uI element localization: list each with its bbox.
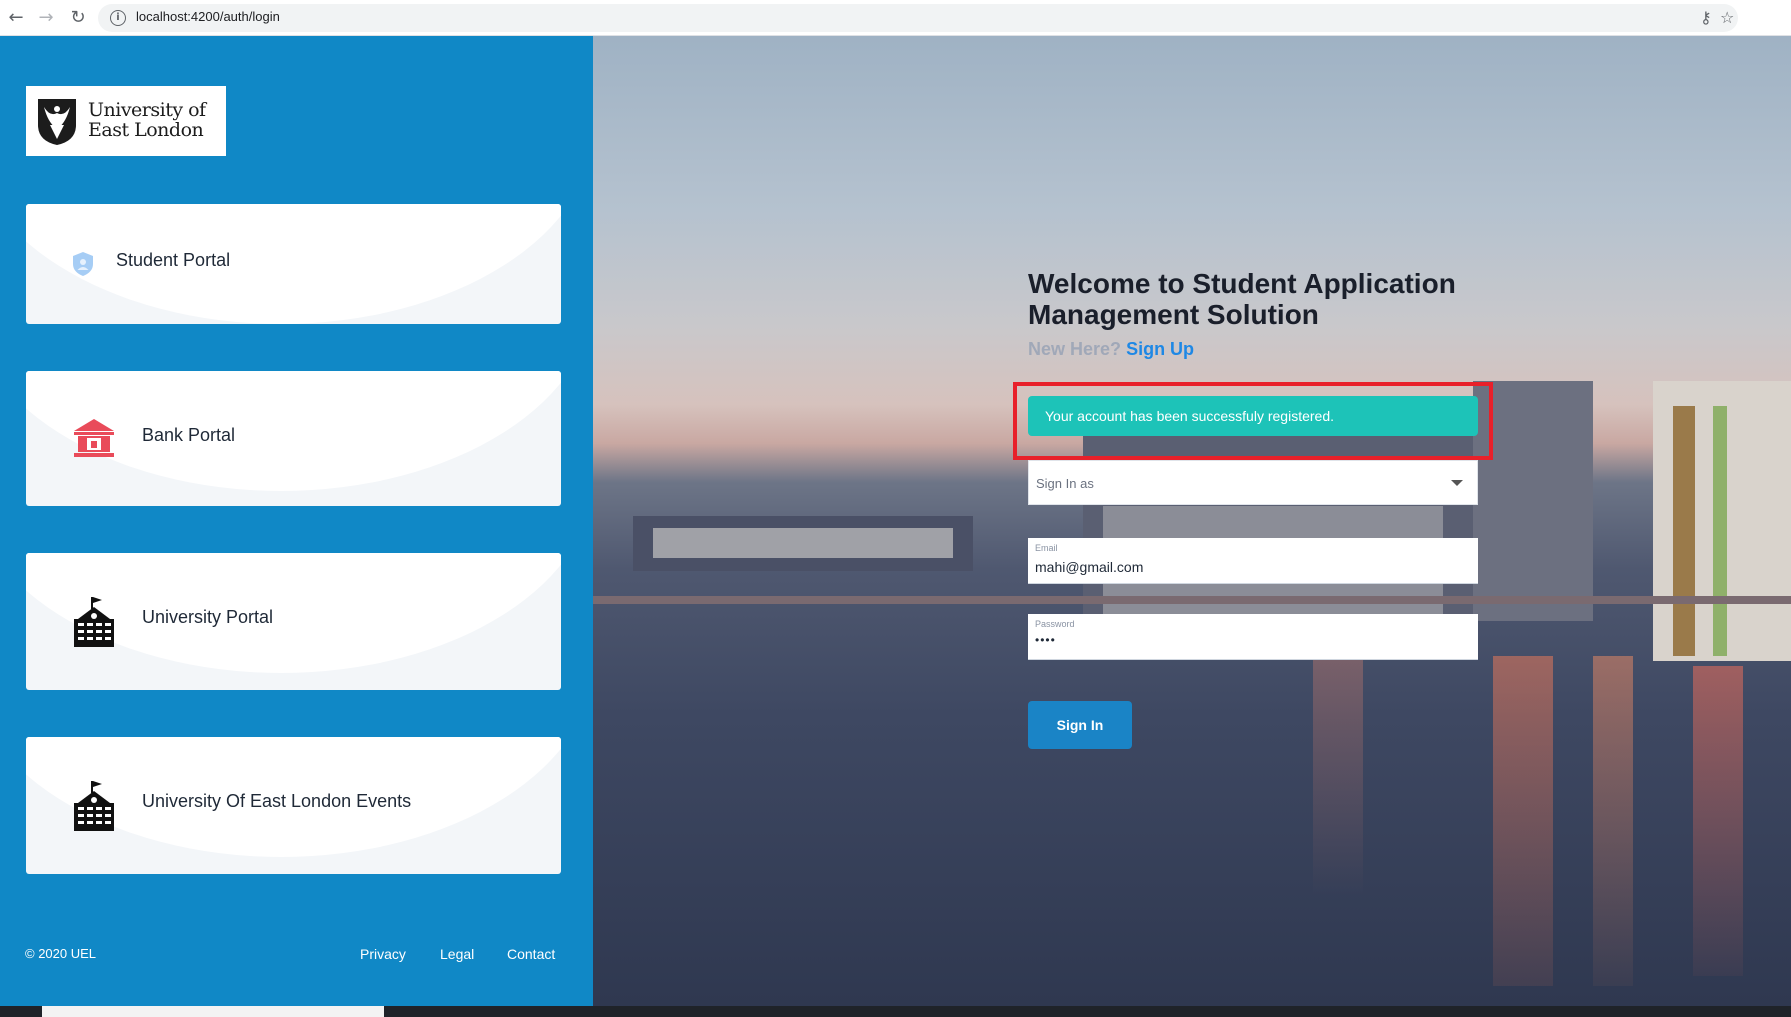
login-hero: Welcome to Student Application Managemen… [593, 36, 1791, 1006]
privacy-link[interactable]: Privacy [360, 946, 406, 962]
sign-in-as-select[interactable]: Sign In as [1028, 460, 1478, 505]
university-portal-card[interactable]: University Portal [26, 553, 561, 690]
email-field[interactable]: Email mahi@gmail.com [1028, 538, 1478, 584]
forward-arrow-icon[interactable]: → [34, 6, 58, 30]
student-portal-card[interactable]: Student Portal [26, 204, 561, 324]
sign-in-as-placeholder: Sign In as [1036, 476, 1094, 491]
star-bookmark-icon[interactable]: ☆ [1720, 8, 1734, 27]
key-icon[interactable]: ⚷ [1700, 8, 1712, 27]
password-input[interactable]: •••• [1035, 633, 1465, 647]
phoenix-crest-icon [38, 99, 76, 145]
legal-link[interactable]: Legal [440, 946, 474, 962]
email-input[interactable]: mahi@gmail.com [1035, 559, 1465, 575]
sign-in-button[interactable]: Sign In [1028, 701, 1132, 749]
success-alert: Your account has been successfuly regist… [1028, 396, 1478, 436]
portal-sidebar: University of East London Student Portal… [0, 36, 593, 1006]
browser-toolbar: ← → ↻ i localhost:4200/auth/login ⚷ ☆ [0, 0, 1791, 36]
copyright-text: © 2020 UEL [25, 946, 97, 961]
signup-link[interactable]: Sign Up [1126, 339, 1194, 359]
bank-portal-card[interactable]: Bank Portal [26, 371, 561, 506]
back-arrow-icon[interactable]: ← [4, 6, 28, 30]
site-info-icon[interactable]: i [110, 10, 126, 26]
shield-user-icon [73, 252, 93, 276]
logo-wordmark: University of East London [88, 99, 206, 141]
os-taskbar [0, 1006, 1791, 1017]
caret-down-icon [1451, 480, 1463, 486]
school-building-icon [74, 597, 114, 647]
contact-link[interactable]: Contact [507, 946, 555, 962]
email-label: Email [1035, 543, 1058, 553]
uel-events-card[interactable]: University Of East London Events [26, 737, 561, 874]
bank-icon [74, 419, 114, 457]
taskbar-search-box[interactable] [42, 1006, 384, 1017]
university-portal-label: University Portal [142, 607, 274, 627]
reload-icon[interactable]: ↻ [66, 6, 90, 30]
school-building-icon [74, 781, 114, 831]
page-title: Welcome to Student Application Managemen… [1028, 268, 1456, 330]
password-label: Password [1035, 619, 1075, 629]
uel-logo: University of East London [26, 86, 226, 156]
uel-events-label: University Of East London Events [142, 791, 412, 811]
password-field[interactable]: Password •••• [1028, 614, 1478, 660]
url-text: localhost:4200/auth/login [136, 9, 280, 24]
student-portal-label: Student Portal [116, 250, 231, 270]
signup-prompt: New Here? Sign Up [1028, 339, 1195, 359]
bank-portal-label: Bank Portal [142, 425, 236, 445]
sidebar-footer: © 2020 UEL Privacy Legal Contact [0, 946, 593, 976]
address-bar[interactable]: i localhost:4200/auth/login ⚷ ☆ [98, 4, 1738, 32]
